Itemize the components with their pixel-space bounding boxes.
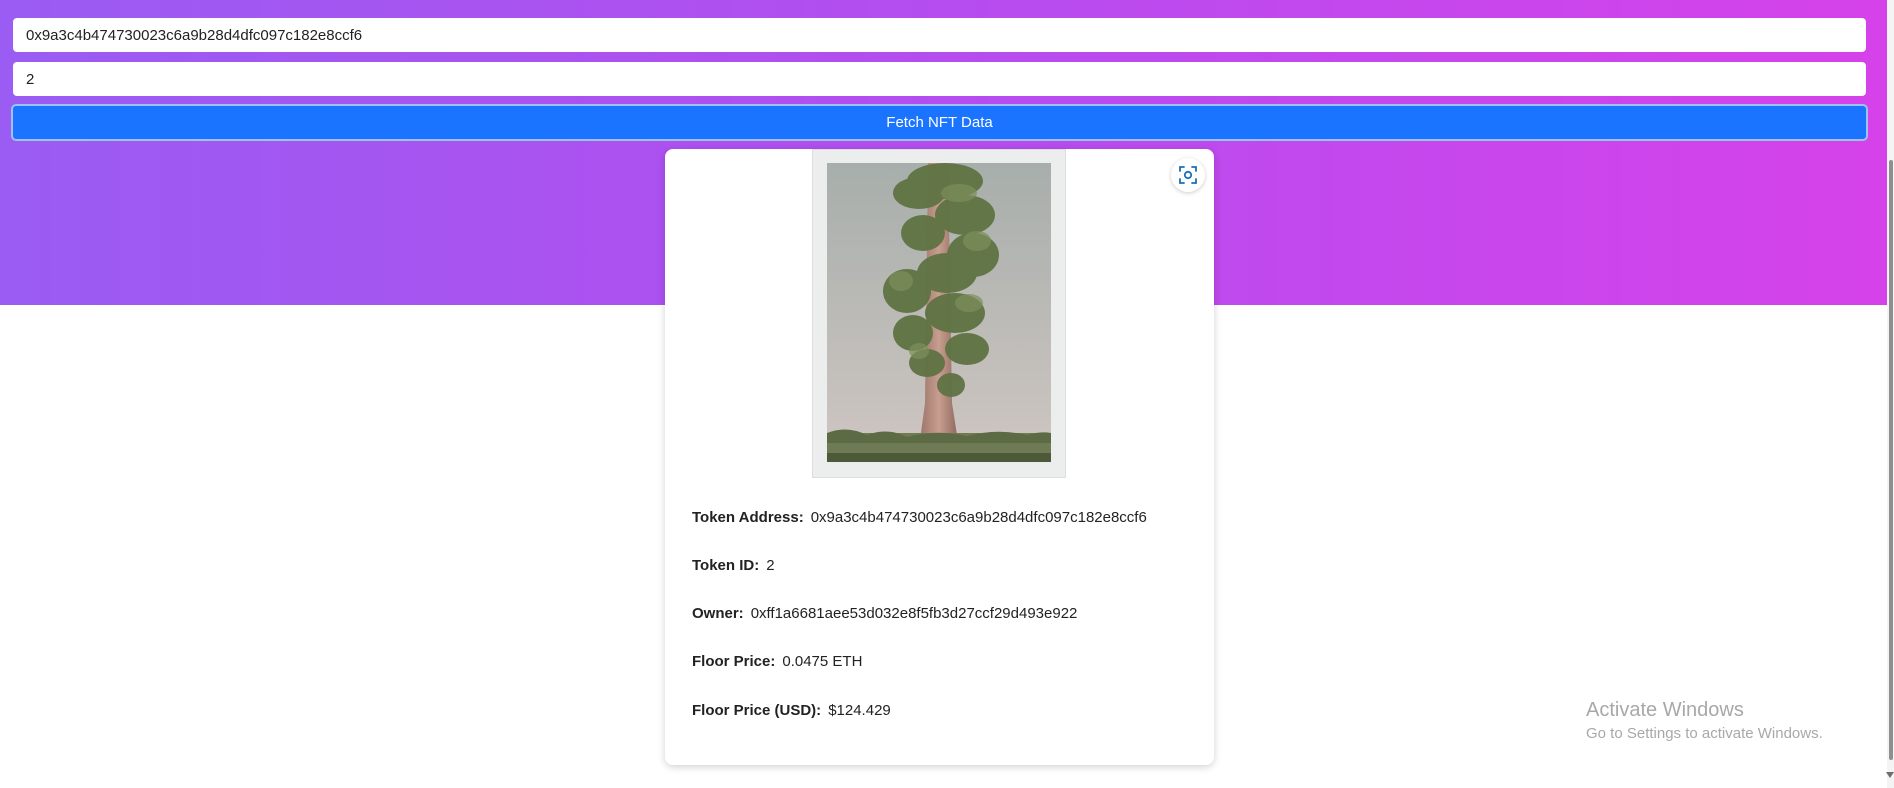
token-address-input[interactable]	[26, 26, 1853, 44]
nft-image	[812, 149, 1066, 478]
token-address-label: Token Address:	[692, 509, 804, 526]
owner-label: Owner:	[692, 605, 744, 622]
token-id-input[interactable]	[26, 70, 1853, 88]
floor-price-usd-label: Floor Price (USD):	[692, 702, 822, 719]
token-id-field[interactable]	[13, 62, 1866, 96]
nft-card: Token Address: 0x9a3c4b474730023c6a9b28d4…	[665, 149, 1214, 765]
floor-price-usd-row: Floor Price (USD): $124.429	[692, 702, 891, 719]
scrollbar-thumb[interactable]	[1889, 160, 1893, 760]
floor-price-row: Floor Price: 0.0475 ETH	[692, 653, 862, 670]
owner-value: 0xff1a6681aee53d032e8f5fb3d27ccf29d493e9…	[750, 605, 1078, 622]
token-id-label: Token ID:	[692, 557, 760, 574]
token-id-row: Token ID: 2	[692, 557, 775, 574]
token-address-row: Token Address: 0x9a3c4b474730023c6a9b28d4…	[692, 509, 1147, 526]
fetch-nft-data-button[interactable]: Fetch NFT Data	[11, 104, 1868, 141]
floor-price-label: Floor Price:	[692, 653, 776, 670]
scan-image-button[interactable]	[1171, 158, 1205, 192]
tree-artwork	[827, 163, 1051, 462]
token-address-value: 0x9a3c4b474730023c6a9b28d4dfc097c182e8cc…	[810, 509, 1147, 526]
owner-row: Owner: 0xff1a6681aee53d032e8f5fb3d27ccf29…	[692, 605, 1077, 622]
watermark-subtitle: Go to Settings to activate Windows.	[1586, 725, 1823, 742]
floor-price-value: 0.0475 ETH	[782, 653, 863, 670]
watermark-title: Activate Windows	[1586, 699, 1744, 721]
token-id-value: 2	[766, 557, 775, 574]
scroll-down-arrow-icon[interactable]	[1886, 772, 1894, 778]
activate-windows-watermark: Activate Windows Go to Settings to activ…	[1586, 698, 1823, 744]
scan-image-icon	[1179, 166, 1197, 184]
floor-price-usd-value: $124.429	[828, 702, 891, 719]
token-address-field[interactable]	[13, 18, 1866, 52]
